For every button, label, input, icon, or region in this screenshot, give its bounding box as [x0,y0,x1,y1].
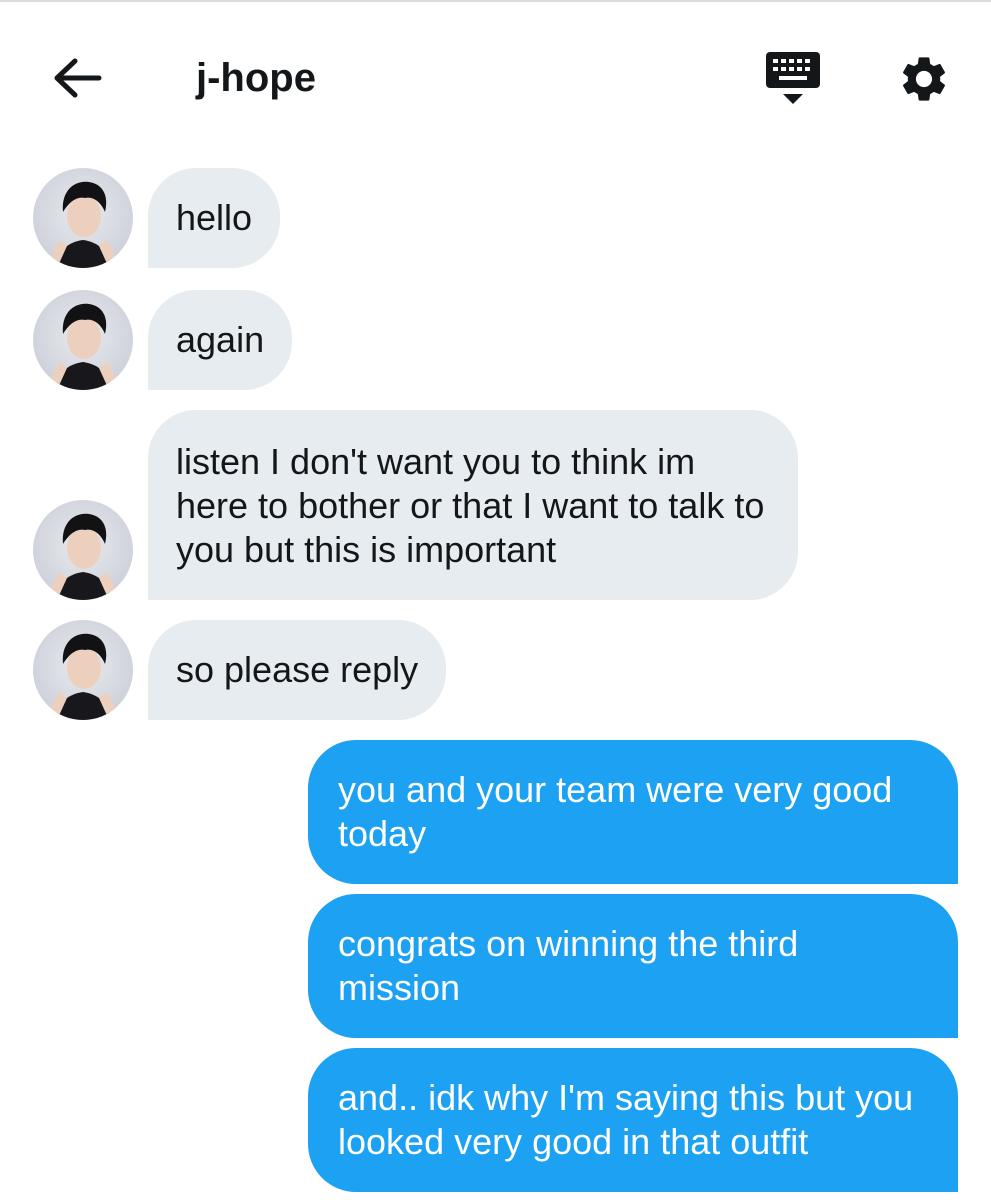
avatar[interactable] [33,290,133,390]
message-outgoing: and.. idk why I'm saying this but you lo… [0,1048,991,1192]
message-outgoing: you and your team were very good today [0,740,991,884]
avatar[interactable] [33,620,133,720]
message-incoming: listen I don't want you to think im here… [0,410,991,600]
keyboard-button[interactable] [760,50,826,112]
profile-photo [47,513,119,600]
message-outgoing: congrats on winning the third mission [0,894,991,1038]
message-bubble[interactable]: so please reply [148,620,447,720]
message-bubble[interactable]: you and your team were very good today [308,740,958,884]
keyboard-icon [766,52,820,104]
profile-photo [47,303,119,390]
message-bubble[interactable]: again [148,290,293,390]
conversation-title: j-hope [196,56,316,100]
gear-icon [902,57,946,101]
back-button[interactable] [48,50,108,106]
message-incoming: hello [0,168,991,268]
message-bubble[interactable]: congrats on winning the third mission [308,894,958,1038]
arrow-left-icon [54,58,102,98]
message-bubble[interactable]: hello [148,168,281,268]
message-bubble[interactable]: and.. idk why I'm saying this but you lo… [308,1048,958,1192]
settings-button[interactable] [890,48,958,110]
avatar[interactable] [33,168,133,268]
message-incoming: again [0,290,991,390]
profile-photo [47,633,119,720]
conversation-header: j-hope [0,0,991,150]
message-bubble[interactable]: listen I don't want you to think im here… [148,410,798,600]
avatar[interactable] [33,500,133,600]
message-incoming: so please reply [0,620,991,720]
profile-photo [47,181,119,268]
